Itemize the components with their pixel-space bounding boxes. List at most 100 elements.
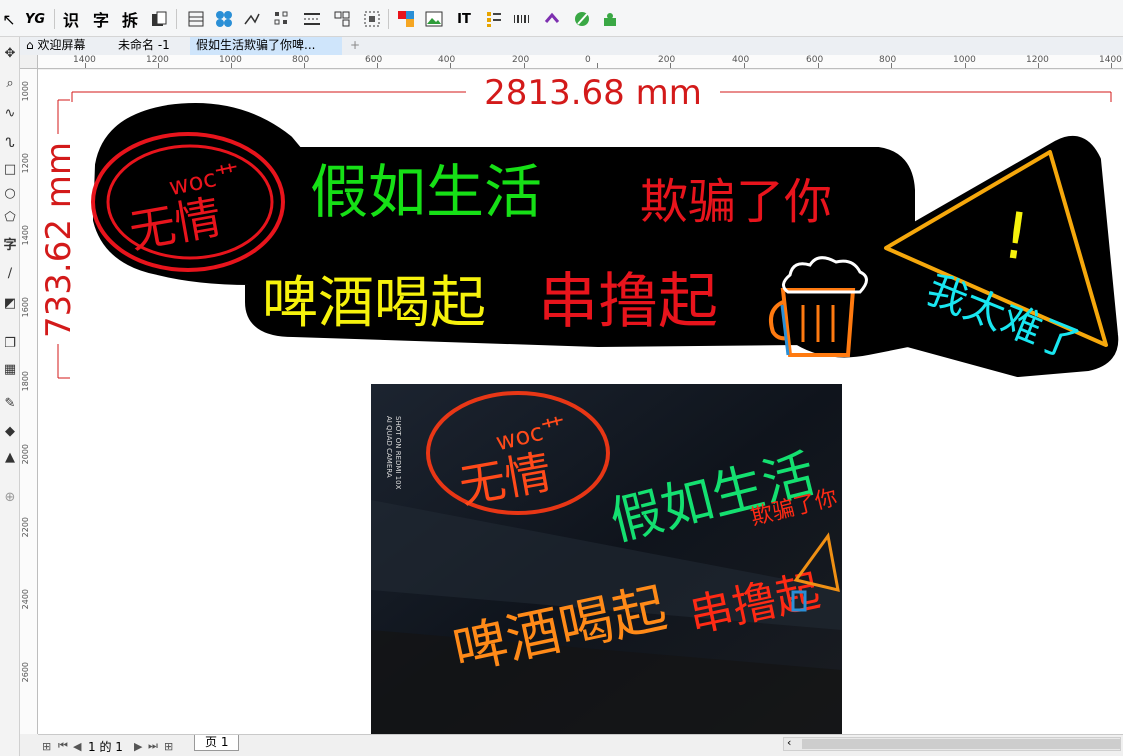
ruler-h-tick <box>450 63 451 68</box>
ruler-corner[interactable] <box>20 55 38 69</box>
ruler-h-tick <box>158 63 159 68</box>
tab-current-document[interactable]: 假如生活欺骗了你啤... <box>190 37 342 55</box>
split-button[interactable]: 拆 <box>119 8 141 30</box>
toolbar-separator <box>388 9 389 29</box>
first-page-icon[interactable]: ⏮ <box>58 738 68 754</box>
scroll-left-icon[interactable]: ‹ <box>787 736 791 749</box>
rectangle-tool-icon[interactable]: □ <box>0 159 20 179</box>
next-page-icon[interactable]: ▶ <box>134 738 142 754</box>
page-tab[interactable]: 页 1 <box>194 735 240 751</box>
scroll-thumb[interactable] <box>802 739 1120 749</box>
text-tool-icon[interactable]: 字 <box>0 233 20 253</box>
ruler-h-tick <box>231 63 232 68</box>
text-tool-icon[interactable]: IT <box>454 8 474 30</box>
fill-tool-icon[interactable]: ◩ <box>0 293 20 313</box>
height-dimension-text: 733.62 mm <box>39 142 79 338</box>
ruler-h-tick <box>85 63 86 68</box>
table-icon[interactable] <box>186 8 206 30</box>
canvas-drawing: 2813.68 mm 733.62 mm woc艹 无情 假如生活 欺骗了你 啤… <box>39 73 1119 734</box>
char-button[interactable]: 字 <box>90 8 112 30</box>
ruler-v-tick-label: 2200 <box>21 517 30 538</box>
tab-untitled[interactable]: 未命名 -1 <box>112 37 176 55</box>
green-ball-icon[interactable] <box>572 8 592 30</box>
lines-icon[interactable] <box>302 8 322 30</box>
ruler-h-tick <box>744 63 745 68</box>
neon-sign-design[interactable]: woc艹 无情 假如生活 欺骗了你 啤酒喝起 串撸起 ! 我太难了 <box>91 103 1119 377</box>
page-navigator: ⊞ ⏮ ◀ 1 的 1 ▶ ⏭ ⊞ 页 1 ‹ <box>38 734 1123 756</box>
new-tab-plus-icon[interactable]: + <box>344 37 366 55</box>
list-icon[interactable] <box>484 8 504 30</box>
sign-line2-yellow: 啤酒喝起 <box>262 271 486 336</box>
plugin-icon[interactable] <box>600 8 620 30</box>
sign-line1-green: 假如生活 <box>310 158 542 226</box>
ruler-h-tick <box>377 63 378 68</box>
ruler-v-tick-label: 2400 <box>21 589 30 610</box>
width-dimension-text: 2813.68 mm <box>484 73 702 113</box>
prev-page-icon[interactable]: ◀ <box>73 738 81 754</box>
smart-fill-icon[interactable]: ▲ <box>0 447 20 467</box>
purple-arrow-icon[interactable] <box>542 8 562 30</box>
node-icon[interactable] <box>242 8 262 30</box>
ruler-v-tick-label: 1200 <box>21 153 30 174</box>
ruler-v-tick-label: 1600 <box>21 297 30 318</box>
ruler-h-tick <box>891 63 892 68</box>
color-blocks-icon[interactable] <box>396 8 416 30</box>
eyedropper-tool-icon[interactable]: ✎ <box>0 393 20 413</box>
toolbar-separator <box>54 9 55 29</box>
group-icon[interactable] <box>332 8 352 30</box>
polygon-tool-icon[interactable]: ⬠ <box>0 207 20 227</box>
barcode-icon[interactable] <box>512 8 532 30</box>
reference-photo[interactable]: SHOT ON REDMI 10X AI QUAD CAMERA woc艹 无情… <box>371 384 842 734</box>
tab-welcome[interactable]: ⌂ 欢迎屏幕 <box>20 37 91 55</box>
freehand-tool-icon[interactable]: ∿ <box>0 103 20 123</box>
home-icon: ⌂ <box>26 38 34 52</box>
ruler-h-tick-label: 200 <box>512 55 530 65</box>
add-tool-icon[interactable]: ⊕ <box>0 487 20 507</box>
add-page-after-icon[interactable]: ⊞ <box>164 738 173 754</box>
add-page-before-icon[interactable]: ⊞ <box>42 738 51 754</box>
ruler-v-tick-label: 1000 <box>21 81 30 102</box>
shadow-tool-icon[interactable]: ❐ <box>0 333 20 353</box>
page-count: 1 的 1 <box>88 739 123 754</box>
ruler-h-tick <box>965 63 966 68</box>
pattern-icon[interactable] <box>214 8 234 30</box>
tab-label: 欢迎屏幕 <box>37 38 86 52</box>
ruler-h-tick <box>1038 63 1039 68</box>
ruler-h-tick-label: 200 <box>658 55 676 65</box>
pick-tool-icon[interactable]: ✥ <box>0 43 20 63</box>
tab-label: 未命名 -1 <box>118 38 170 52</box>
recognize-button[interactable]: 识 <box>60 8 82 30</box>
ellipse-tool-icon[interactable]: ○ <box>0 183 20 203</box>
transparency-tool-icon[interactable]: ▦ <box>0 359 20 379</box>
ruler-h-tick-label: 400 <box>438 55 456 65</box>
ruler-h-tick-label: 600 <box>365 55 383 65</box>
interactive-fill-icon[interactable]: ◆ <box>0 421 20 441</box>
tab-label: 假如生活欺骗了你啤... <box>196 38 316 52</box>
ruler-h-tick-label: 800 <box>879 55 897 65</box>
ruler-h-tick <box>597 63 598 68</box>
last-page-icon[interactable]: ⏭ <box>148 738 158 754</box>
ruler-h-tick <box>304 63 305 68</box>
property-toolbar: ↖ YG 识 字 拆 IT <box>0 0 1123 37</box>
drawing-canvas[interactable]: 2813.68 mm 733.62 mm woc艹 无情 假如生活 欺骗了你 啤… <box>38 70 1123 734</box>
align-icon[interactable] <box>272 8 292 30</box>
vertical-ruler[interactable]: 1000 1200 1400 1600 1800 2000 2200 2400 2600 <box>20 69 38 734</box>
horizontal-scrollbar[interactable]: ‹ <box>783 736 1121 751</box>
ruler-h-tick-label: 400 <box>732 55 750 65</box>
ruler-v-tick-label: 1400 <box>21 225 30 246</box>
height-dimension[interactable]: 733.62 mm <box>39 99 79 379</box>
horizontal-ruler[interactable]: 1400 1200 1000 800 600 400 200 0 200 400 600 800 100… <box>38 55 1123 69</box>
yg-plugin-icon[interactable]: YG <box>24 8 46 30</box>
bezier-tool-icon[interactable]: ᔐ <box>0 133 20 153</box>
sign-line2-red: 串撸起 <box>538 267 718 337</box>
image-icon[interactable] <box>424 8 444 30</box>
ruler-h-tick <box>818 63 819 68</box>
ruler-h-tick <box>524 63 525 68</box>
line-tool-icon[interactable]: ∕ <box>0 263 20 283</box>
select-arrow-icon[interactable]: ↖ <box>2 8 16 30</box>
clipboard-icon[interactable] <box>148 8 170 30</box>
select-area-icon[interactable] <box>362 8 382 30</box>
ruler-h-tick <box>670 63 671 68</box>
toolbox: ✥ ⌕ ∿ ᔐ □ ○ ⬠ 字 ∕ ◩ ❐ ▦ ✎ ◆ ▲ ⊕ <box>0 37 20 756</box>
zoom-tool-icon[interactable]: ⌕ <box>0 73 20 93</box>
